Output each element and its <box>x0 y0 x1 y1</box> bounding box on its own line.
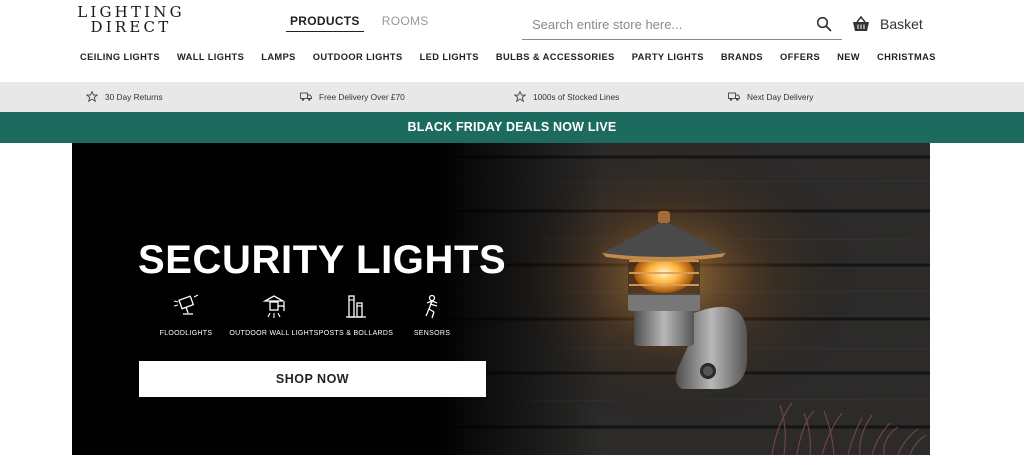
category-outdoor-wall-lights[interactable]: OUTDOOR WALL LIGHTS <box>226 293 322 337</box>
usp-stocked-lines: 1000s of Stocked Lines <box>514 91 619 102</box>
mode-tabs: PRODUCTS ROOMS <box>286 14 433 32</box>
logo[interactable]: LIGHTING DIRECT <box>71 5 191 35</box>
usp-returns: 30 Day Returns <box>86 91 163 102</box>
nav-item-wall-lights[interactable]: WALL LIGHTS <box>168 52 252 62</box>
nav-item-brands[interactable]: BRANDS <box>712 52 771 62</box>
nav-item-lamps[interactable]: LAMPS <box>253 52 305 62</box>
category-sensors[interactable]: SENSORS <box>404 293 460 337</box>
basket-button[interactable]: Basket <box>852 15 923 33</box>
truck-icon <box>300 92 312 101</box>
tab-rooms[interactable]: ROOMS <box>378 14 433 32</box>
site-header: LIGHTING DIRECT PRODUCTS ROOMS Basket CE… <box>0 0 1024 82</box>
sensor-icon <box>425 294 438 319</box>
category-label: FLOODLIGHTS <box>159 330 213 337</box>
star-icon <box>514 91 526 102</box>
usp-free-delivery: Free Delivery Over £70 <box>300 91 405 102</box>
nav-item-new[interactable]: NEW <box>829 52 869 62</box>
nav-item-party-lights[interactable]: PARTY LIGHTS <box>623 52 712 62</box>
tab-products[interactable]: PRODUCTS <box>286 14 364 32</box>
nav-item-bulbs-accessories[interactable]: BULBS & ACCESSORIES <box>487 52 623 62</box>
bollard-icon <box>346 295 366 318</box>
promo-banner[interactable]: BLACK FRIDAY DEALS NOW LIVE <box>0 112 1024 143</box>
truck-icon <box>728 92 740 101</box>
nav-item-ceiling-lights[interactable]: CEILING LIGHTS <box>72 52 168 62</box>
wall-lantern-icon <box>262 295 286 318</box>
basket-icon <box>853 15 869 31</box>
search-bar <box>522 10 842 40</box>
usp-text: Free Delivery Over £70 <box>319 91 405 102</box>
search-input[interactable] <box>532 14 802 34</box>
category-label: SENSORS <box>413 330 451 337</box>
star-icon <box>86 91 98 102</box>
floodlight-icon <box>173 294 199 315</box>
category-label: OUTDOOR WALL LIGHTS <box>229 330 319 337</box>
usp-bar: 30 Day Returns Free Delivery Over £70 10… <box>0 82 1024 112</box>
usp-text: 30 Day Returns <box>105 91 163 102</box>
nav-item-offers[interactable]: OFFERS <box>771 52 828 62</box>
usp-text: 1000s of Stocked Lines <box>533 91 620 102</box>
main-nav: CEILING LIGHTS WALL LIGHTS LAMPS OUTDOOR… <box>72 52 944 62</box>
hero-banner[interactable]: SECURITY LIGHTS FLOODLIGHTS OUTDOOR WALL… <box>72 143 930 455</box>
nav-item-outdoor-lights[interactable]: OUTDOOR LIGHTS <box>304 52 411 62</box>
nav-item-led-lights[interactable]: LED LIGHTS <box>411 52 487 62</box>
usp-text: Next Day Delivery <box>747 91 814 102</box>
category-floodlights[interactable]: FLOODLIGHTS <box>150 293 222 337</box>
usp-next-day: Next Day Delivery <box>728 91 813 102</box>
category-label: POSTS & BOLLARDS <box>318 330 394 337</box>
logo-line2: DIRECT <box>90 18 172 36</box>
nav-item-christmas[interactable]: CHRISTMAS <box>868 52 944 62</box>
category-posts-bollards[interactable]: POSTS & BOLLARDS <box>318 293 394 337</box>
basket-label: Basket <box>880 16 923 32</box>
hero-title: SECURITY LIGHTS <box>138 238 507 282</box>
search-icon[interactable] <box>816 16 832 32</box>
shop-now-button[interactable]: SHOP NOW <box>139 361 486 397</box>
hero-category-links: FLOODLIGHTS OUTDOOR WALL LIGHTS POSTS & … <box>154 293 494 343</box>
